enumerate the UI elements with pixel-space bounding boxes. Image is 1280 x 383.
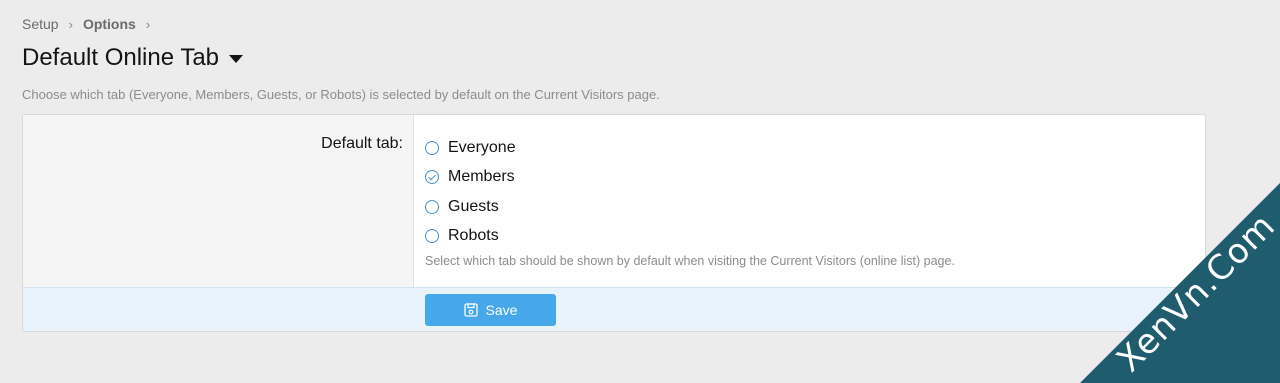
radio-option-members[interactable]: Members: [425, 163, 516, 193]
breadcrumb-item-setup[interactable]: Setup: [22, 16, 59, 32]
form-row-default-tab: Default tab: Everyone Members Guests Rob…: [23, 115, 1205, 287]
radio-label: Robots: [448, 227, 499, 245]
save-button-label: Save: [485, 302, 518, 318]
radio-icon[interactable]: [425, 140, 439, 155]
breadcrumb: Setup › Options ›: [22, 16, 150, 32]
field-explain: Select which tab should be shown by defa…: [425, 254, 955, 268]
page-title-container: Default Online Tab: [22, 44, 244, 72]
radio-icon[interactable]: [425, 229, 439, 244]
caret-down-icon[interactable]: [229, 55, 244, 63]
radio-label: Guests: [448, 197, 499, 215]
chevron-right-icon: ›: [145, 16, 151, 32]
radio-label: Members: [448, 168, 515, 186]
chevron-right-icon: ›: [68, 16, 73, 32]
radio-icon[interactable]: [425, 199, 439, 214]
options-form: Default tab: Everyone Members Guests Rob…: [22, 114, 1206, 332]
radio-group: Everyone Members Guests Robots: [425, 133, 516, 251]
radio-label: Everyone: [448, 138, 516, 156]
save-button[interactable]: Save: [425, 294, 556, 326]
radio-option-robots[interactable]: Robots: [425, 222, 516, 252]
radio-option-guests[interactable]: Guests: [425, 192, 516, 222]
form-label-column: Default tab:: [23, 115, 414, 287]
radio-checked-icon[interactable]: [425, 170, 439, 185]
field-label: Default tab:: [321, 135, 403, 152]
breadcrumb-item-options[interactable]: Options: [83, 16, 136, 32]
watermark: XenVn.Com: [1080, 183, 1280, 383]
page-title: Default Online Tab: [22, 44, 220, 71]
save-icon: [463, 303, 478, 317]
page-description: Choose which tab (Everyone, Members, Gue…: [22, 87, 660, 102]
radio-option-everyone[interactable]: Everyone: [425, 133, 516, 163]
submit-row: Save: [23, 287, 1205, 331]
